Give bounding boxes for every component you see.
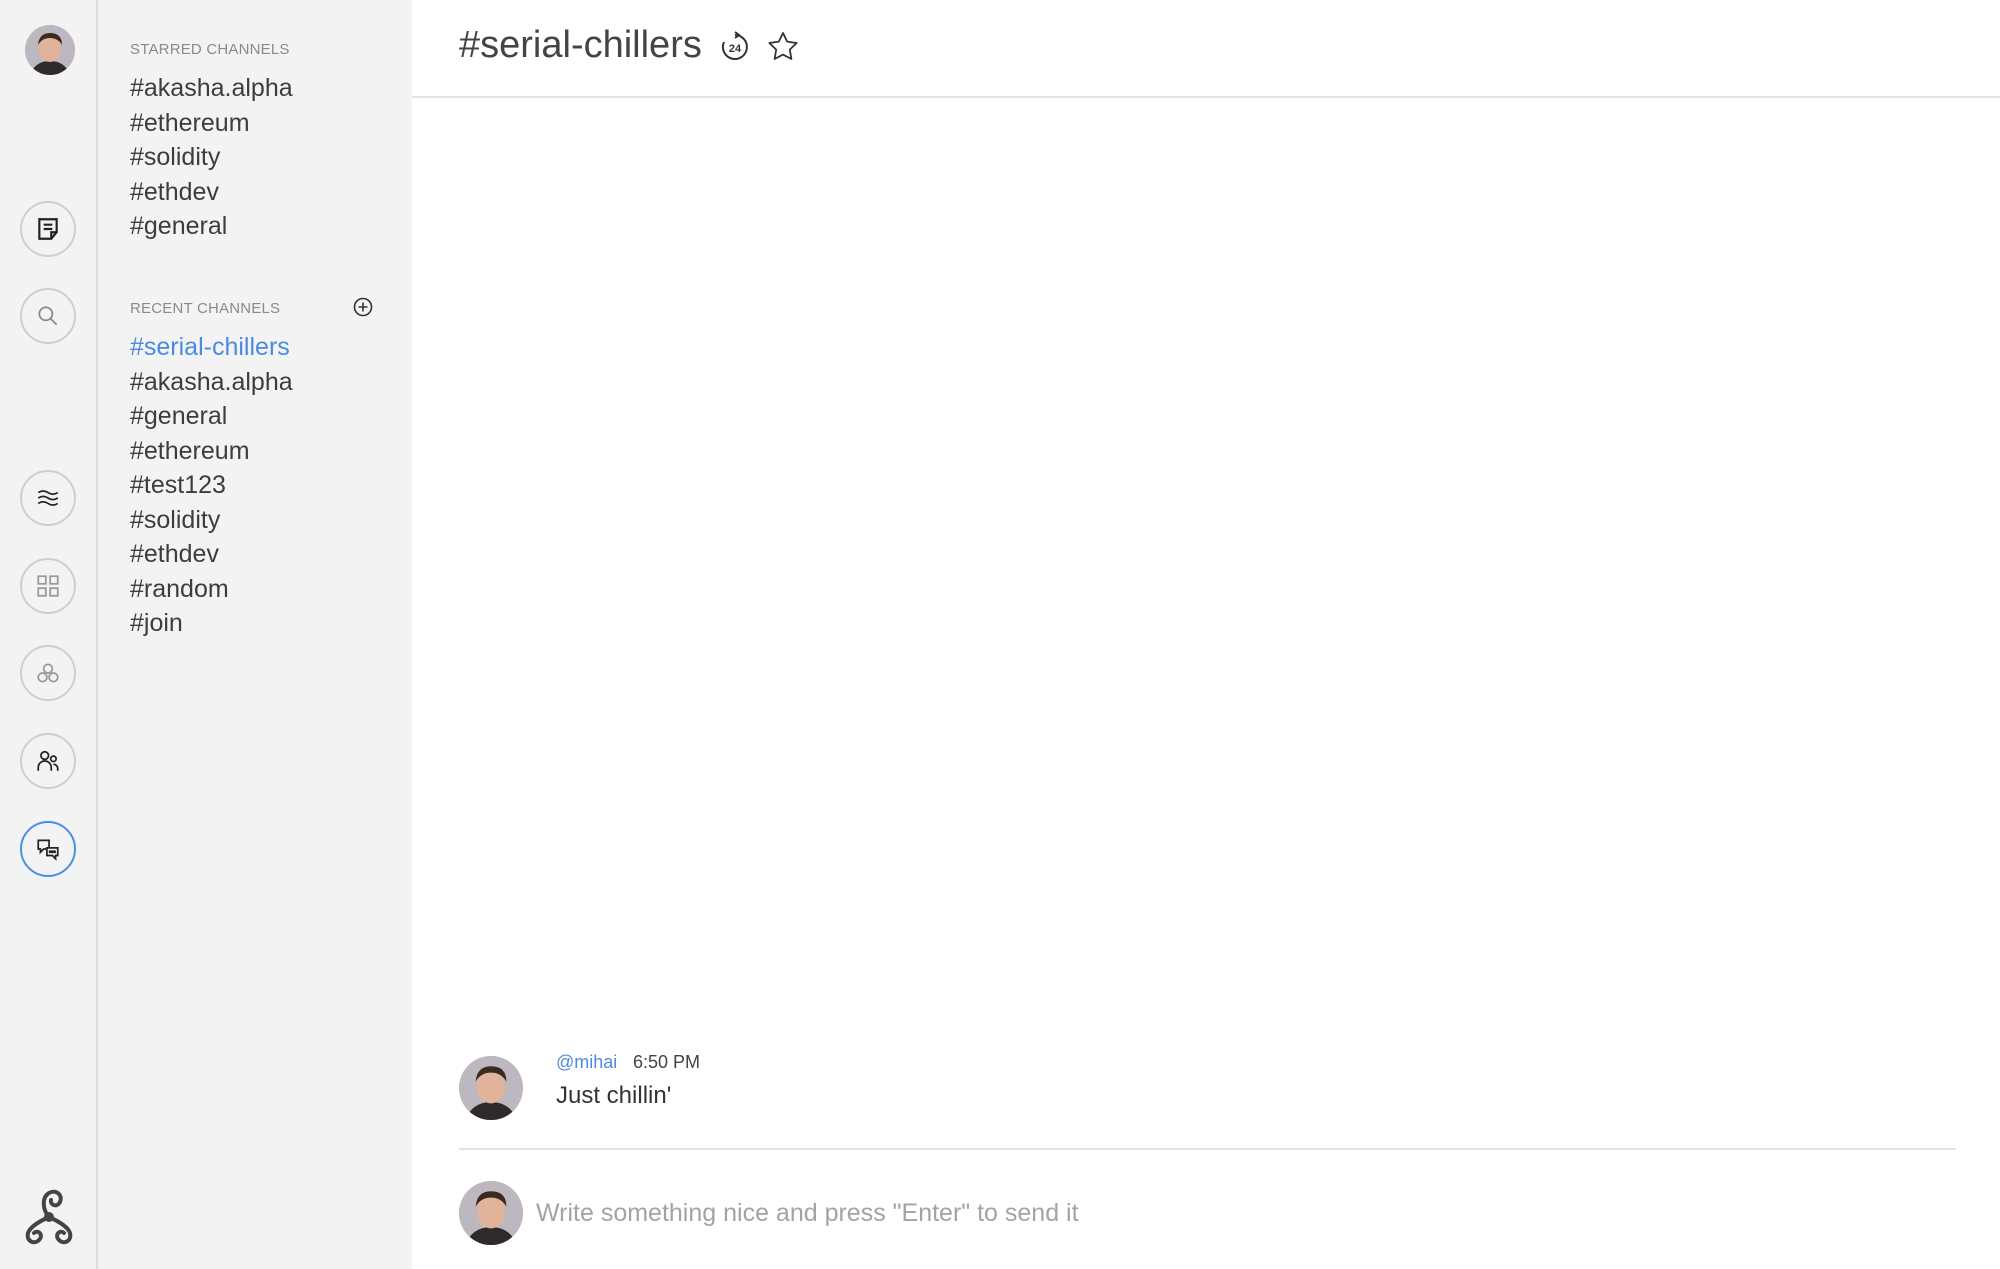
recent-channel-item[interactable]: #solidity [130,503,293,538]
nav-notes-button[interactable] [20,201,76,257]
starred-channel-item[interactable]: #ethereum [130,106,293,141]
nav-stream-button[interactable] [20,470,76,526]
waves-icon [37,490,59,506]
starred-channels-title: STARRED CHANNELS [130,41,290,58]
recent-channel-item-active[interactable]: #serial-chillers [130,330,293,365]
recent-channel-item[interactable]: #join [130,606,293,641]
nav-chat-button[interactable] [20,821,76,877]
starred-channel-item[interactable]: #solidity [130,140,293,175]
add-channel-icon[interactable] [352,296,374,318]
nav-communities-button[interactable] [20,645,76,701]
people-icon [37,750,59,771]
24h-history-icon[interactable]: 24 [718,30,752,64]
icon-sidebar [0,0,98,1269]
chat-main: #serial-chillers 24 @mihai 6:50 PM Just … [412,0,2000,1269]
recent-channel-item[interactable]: #random [130,572,293,607]
recent-channels-title: RECENT CHANNELS [130,300,281,317]
recent-channel-item[interactable]: #test123 [130,468,293,503]
starred-channel-list: #akasha.alpha #ethereum #solidity #ethde… [130,71,293,244]
starred-channel-item[interactable]: #ethdev [130,175,293,210]
composer-divider [459,1148,1956,1150]
message-avatar[interactable] [459,1056,523,1120]
user-avatar[interactable] [25,25,75,75]
channel-panel: STARRED CHANNELS #akasha.alpha #ethereum… [98,0,412,1269]
composer-avatar [459,1181,523,1245]
channel-title: #serial-chillers [459,24,702,66]
svg-text:24: 24 [729,43,742,55]
nav-search-button[interactable] [20,288,76,344]
nav-dashboard-button[interactable] [20,558,76,614]
search-icon [38,306,58,326]
star-outline-icon[interactable] [766,30,800,64]
circles-icon [37,663,59,683]
recent-channel-item[interactable]: #ethereum [130,434,293,469]
starred-channel-item[interactable]: #akasha.alpha [130,71,293,106]
nav-people-button[interactable] [20,733,76,789]
chat-bubbles-icon [37,839,59,861]
recent-channel-item[interactable]: #ethdev [130,537,293,572]
grid-icon [37,575,59,597]
recent-channel-item[interactable]: #akasha.alpha [130,365,293,400]
recent-channel-list: #serial-chillers #akasha.alpha #general … [130,330,293,641]
message-timestamp: 6:50 PM [633,1052,701,1072]
channel-header: #serial-chillers 24 [412,0,2000,98]
message-input[interactable] [536,1190,1936,1236]
note-icon [38,218,58,240]
starred-channel-item[interactable]: #general [130,209,293,244]
triskelion-logo-icon[interactable] [16,1183,82,1249]
message-username[interactable]: @mihai [556,1052,617,1073]
recent-channel-item[interactable]: #general [130,399,293,434]
message-text: Just chillin' [556,1082,672,1109]
